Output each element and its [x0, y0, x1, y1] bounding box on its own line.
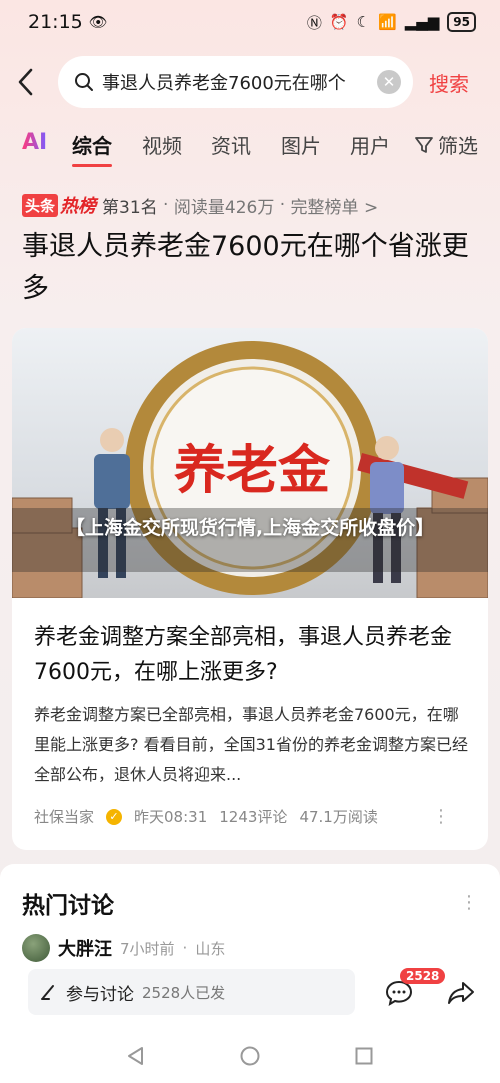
status-left: 21:15 👁 — [28, 11, 108, 33]
rank-separator: · — [274, 195, 291, 215]
filter-icon — [415, 136, 433, 153]
article-title[interactable]: 养老金调整方案全部亮相，事退人员养老金7600元，在哪上涨更多? — [34, 620, 470, 690]
article-reads: 47.1万阅读 — [299, 808, 378, 826]
battery-icon: 95 — [447, 12, 476, 32]
filter-button[interactable]: 筛选 — [414, 130, 478, 159]
join-discussion-input[interactable]: 参与讨论 2528人已发 — [28, 969, 355, 1015]
discussion-more-icon[interactable]: ⋮ — [460, 892, 478, 913]
article-comments: 1243评论 — [219, 808, 288, 826]
eye-icon: 👁 — [88, 13, 108, 31]
discussion-user[interactable]: 大胖汪 7小时前 · 山东 — [22, 934, 225, 962]
signal-icon: ▂▄▆ — [404, 13, 440, 31]
more-options-icon[interactable]: ⋮ — [432, 806, 450, 827]
search-row: 事退人员养老金7600元在哪个 ✕ 搜索 — [0, 56, 500, 108]
alarm-icon: ⏰ — [329, 13, 349, 31]
article-image[interactable]: 养老金 【上海金交所现货行情,上海金交所收盘价】 — [12, 328, 488, 598]
recents-square-icon[interactable] — [353, 1045, 375, 1067]
user-separator: · — [182, 939, 188, 957]
home-circle-icon[interactable] — [239, 1045, 261, 1067]
article-meta: 社保当家 ✓ 昨天08:31 1243评论 47.1万阅读 ⋮ — [34, 806, 470, 827]
tab-bar: AI 综合 视频 资讯 图片 用户 筛选 — [0, 128, 500, 167]
tab-images[interactable]: 图片 — [281, 130, 321, 159]
article-summary: 养老金调整方案已全部亮相，事退人员养老金7600元，在哪里能上涨更多? 看看目前… — [34, 705, 468, 784]
hot-rank-row[interactable]: 头条 热榜 第31名 · 阅读量426万 · 完整榜单 > — [22, 192, 378, 218]
join-count: 2528人已发 — [142, 983, 226, 1002]
status-right: Ⓝ ⏰ ☾ 📶 ▂▄▆ 95 — [307, 12, 476, 33]
discussion-title: 热门讨论 — [22, 893, 114, 919]
search-input[interactable]: 事退人员养老金7600元在哪个 — [102, 69, 377, 95]
search-box[interactable]: 事退人员养老金7600元在哪个 ✕ — [58, 56, 413, 108]
article-card[interactable]: 养老金 【上海金交所现货行情,上海金交所收盘价】 养老金调整方案全部亮相，事退人… — [12, 328, 488, 850]
search-button[interactable]: 搜索 — [429, 68, 469, 97]
article-source[interactable]: 社保当家 — [34, 806, 94, 827]
share-icon — [448, 982, 474, 1004]
article-time: 昨天08:31 — [134, 808, 208, 826]
tab-ai[interactable]: AI — [22, 130, 47, 155]
join-label: 参与讨论 — [66, 984, 134, 1005]
tab-comprehensive[interactable]: 综合 — [72, 130, 112, 167]
full-list-link[interactable]: 完整榜单 > — [291, 193, 379, 218]
back-triangle-icon[interactable] — [125, 1045, 147, 1067]
comment-count-badge: 2528 — [400, 968, 446, 984]
chevron-left-icon — [18, 68, 33, 96]
image-caption: 【上海金交所现货行情,上海金交所收盘价】 — [65, 517, 435, 539]
image-text: 养老金 — [174, 441, 331, 501]
tab-video[interactable]: 视频 — [142, 130, 182, 159]
tab-users[interactable]: 用户 — [350, 130, 390, 159]
hot-list-logo: 热榜 — [60, 196, 97, 217]
pen-icon — [41, 985, 54, 1000]
topic-headline: 事退人员养老金7600元在哪个省涨更多 — [22, 231, 469, 304]
verified-icon: ✓ — [106, 808, 123, 825]
rank-reads: 阅读量426万 — [173, 197, 275, 218]
rank-position: 第31名 — [102, 197, 158, 218]
search-icon — [75, 73, 93, 91]
avatar[interactable] — [22, 934, 50, 962]
toutiao-logo: 头条 — [22, 193, 59, 217]
back-button[interactable] — [0, 56, 52, 108]
user-time: 7小时前 — [120, 939, 175, 958]
user-location: 山东 — [195, 939, 226, 958]
rank-separator: · — [157, 195, 174, 215]
status-time: 21:15 — [28, 11, 83, 33]
wifi-icon: 📶 — [378, 13, 397, 31]
user-name[interactable]: 大胖汪 — [58, 935, 112, 961]
nfc-icon: Ⓝ — [306, 13, 322, 32]
moon-icon: ☾ — [356, 13, 370, 31]
tab-news[interactable]: 资讯 — [211, 130, 251, 159]
share-button[interactable] — [446, 978, 476, 1012]
filter-label: 筛选 — [438, 134, 478, 158]
clear-icon[interactable]: ✕ — [377, 70, 401, 94]
status-bar: 21:15 👁 Ⓝ ⏰ ☾ 📶 ▂▄▆ 95 — [0, 0, 500, 44]
system-nav-bar — [0, 1041, 500, 1071]
